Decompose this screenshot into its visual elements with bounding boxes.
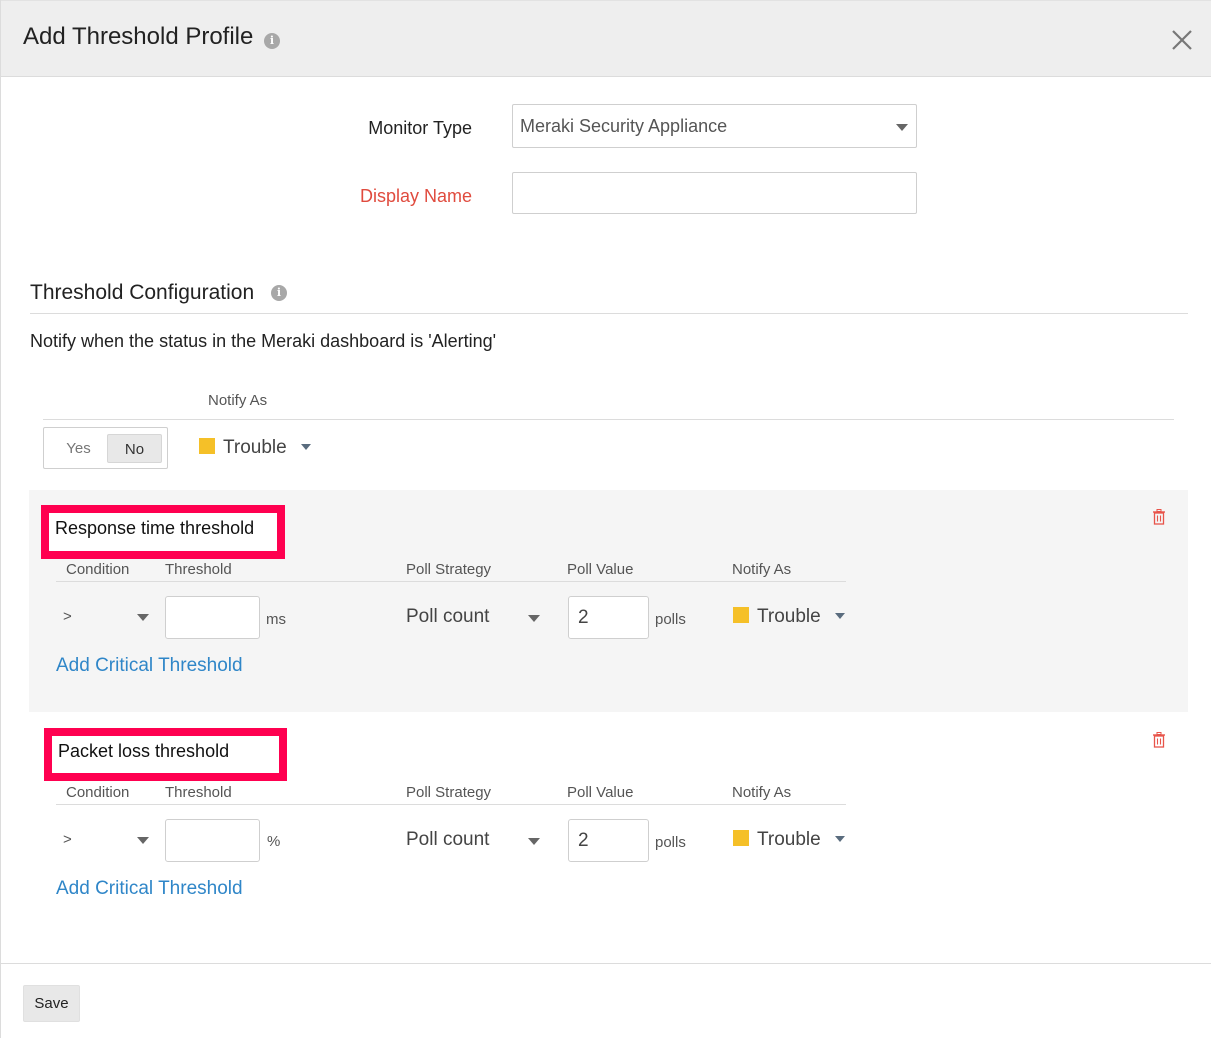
add-threshold-profile-dialog: Add Threshold Profile i Monitor Type Mer… <box>0 0 1211 1038</box>
poll-unit: polls <box>655 834 686 851</box>
threshold-input[interactable] <box>165 819 260 862</box>
trouble-color-swatch <box>733 830 749 846</box>
header-divider <box>56 804 846 805</box>
close-icon <box>1172 30 1192 50</box>
display-name-input[interactable] <box>512 172 917 214</box>
trash-icon[interactable] <box>1152 732 1166 748</box>
chevron-down-icon <box>834 613 845 619</box>
packet-loss-threshold-block: Packet loss threshold Condition Threshol… <box>29 713 1188 935</box>
info-icon[interactable]: i <box>264 33 280 49</box>
poll-strategy-select[interactable]: Poll count <box>406 829 546 851</box>
chevron-down-icon <box>528 838 540 845</box>
header-divider <box>56 581 846 582</box>
add-critical-threshold-link[interactable]: Add Critical Threshold <box>56 878 243 900</box>
toggle-no[interactable]: No <box>107 434 162 463</box>
notify-as-value: Trouble <box>223 437 287 458</box>
trouble-color-swatch <box>199 438 215 454</box>
notify-as-select[interactable]: Trouble <box>199 437 311 459</box>
notify-as-value: Trouble <box>757 606 821 627</box>
header-divider <box>43 419 1174 420</box>
display-name-label: Display Name <box>359 186 472 206</box>
save-button[interactable]: Save <box>23 985 80 1022</box>
threshold-unit: % <box>267 833 281 850</box>
poll-strategy-value: Poll count <box>406 606 490 627</box>
notify-as-header: Notify As <box>732 784 792 801</box>
poll-value-header: Poll Value <box>567 561 634 578</box>
monitor-type-value: Meraki Security Appliance <box>520 116 728 136</box>
chevron-down-icon <box>137 837 149 844</box>
notify-description: Notify when the status in the Meraki das… <box>30 331 497 351</box>
monitor-type-select[interactable]: Meraki Security Appliance <box>512 104 917 148</box>
poll-value-input[interactable]: 2 <box>568 596 649 639</box>
threshold-title: Packet loss threshold <box>58 741 230 761</box>
poll-strategy-value: Poll count <box>406 829 490 850</box>
chevron-down-icon <box>137 614 149 621</box>
trash-icon[interactable] <box>1152 509 1166 525</box>
poll-value-header: Poll Value <box>567 784 634 801</box>
poll-unit: polls <box>655 611 686 628</box>
threshold-configuration-title: Threshold Configuration <box>30 281 255 304</box>
notify-as-header: Notify As <box>208 392 268 409</box>
close-button[interactable] <box>1169 25 1195 55</box>
threshold-header: Threshold <box>165 561 232 578</box>
notify-as-value: Trouble <box>757 829 821 850</box>
threshold-unit: ms <box>266 611 286 628</box>
notify-as-header: Notify As <box>732 561 792 578</box>
dialog-header: Add Threshold Profile i <box>1 0 1211 77</box>
response-time-threshold-block: Response time threshold Condition Thresh… <box>29 490 1188 712</box>
section-divider <box>30 313 1188 314</box>
footer-divider <box>1 963 1211 964</box>
poll-strategy-header: Poll Strategy <box>406 561 492 578</box>
poll-strategy-header: Poll Strategy <box>406 784 492 801</box>
threshold-title-box: Packet loss threshold <box>44 728 287 781</box>
condition-value: > <box>63 831 72 848</box>
chevron-down-icon <box>834 836 845 842</box>
chevron-down-icon <box>300 444 311 450</box>
threshold-input[interactable] <box>165 596 260 639</box>
condition-select[interactable]: > <box>63 831 153 848</box>
info-icon[interactable]: i <box>271 285 287 301</box>
condition-header: Condition <box>66 561 130 578</box>
threshold-title-box: Response time threshold <box>41 505 285 559</box>
threshold-header: Threshold <box>165 784 232 801</box>
notify-as-select[interactable]: Trouble <box>733 829 845 851</box>
condition-header: Condition <box>66 784 130 801</box>
dialog-title: Add Threshold Profile <box>23 23 254 50</box>
add-critical-threshold-link[interactable]: Add Critical Threshold <box>56 655 243 677</box>
poll-value-input[interactable]: 2 <box>568 819 649 862</box>
monitor-type-label: Monitor Type <box>368 118 472 138</box>
threshold-title: Response time threshold <box>55 518 255 538</box>
trouble-color-swatch <box>733 607 749 623</box>
condition-select[interactable]: > <box>63 608 153 625</box>
poll-strategy-select[interactable]: Poll count <box>406 606 546 628</box>
condition-value: > <box>63 608 72 625</box>
chevron-down-icon <box>528 615 540 622</box>
notify-as-select[interactable]: Trouble <box>733 606 845 628</box>
toggle-yes[interactable]: Yes <box>50 434 107 463</box>
chevron-down-icon <box>896 124 908 131</box>
alerting-toggle: Yes No <box>43 427 168 469</box>
